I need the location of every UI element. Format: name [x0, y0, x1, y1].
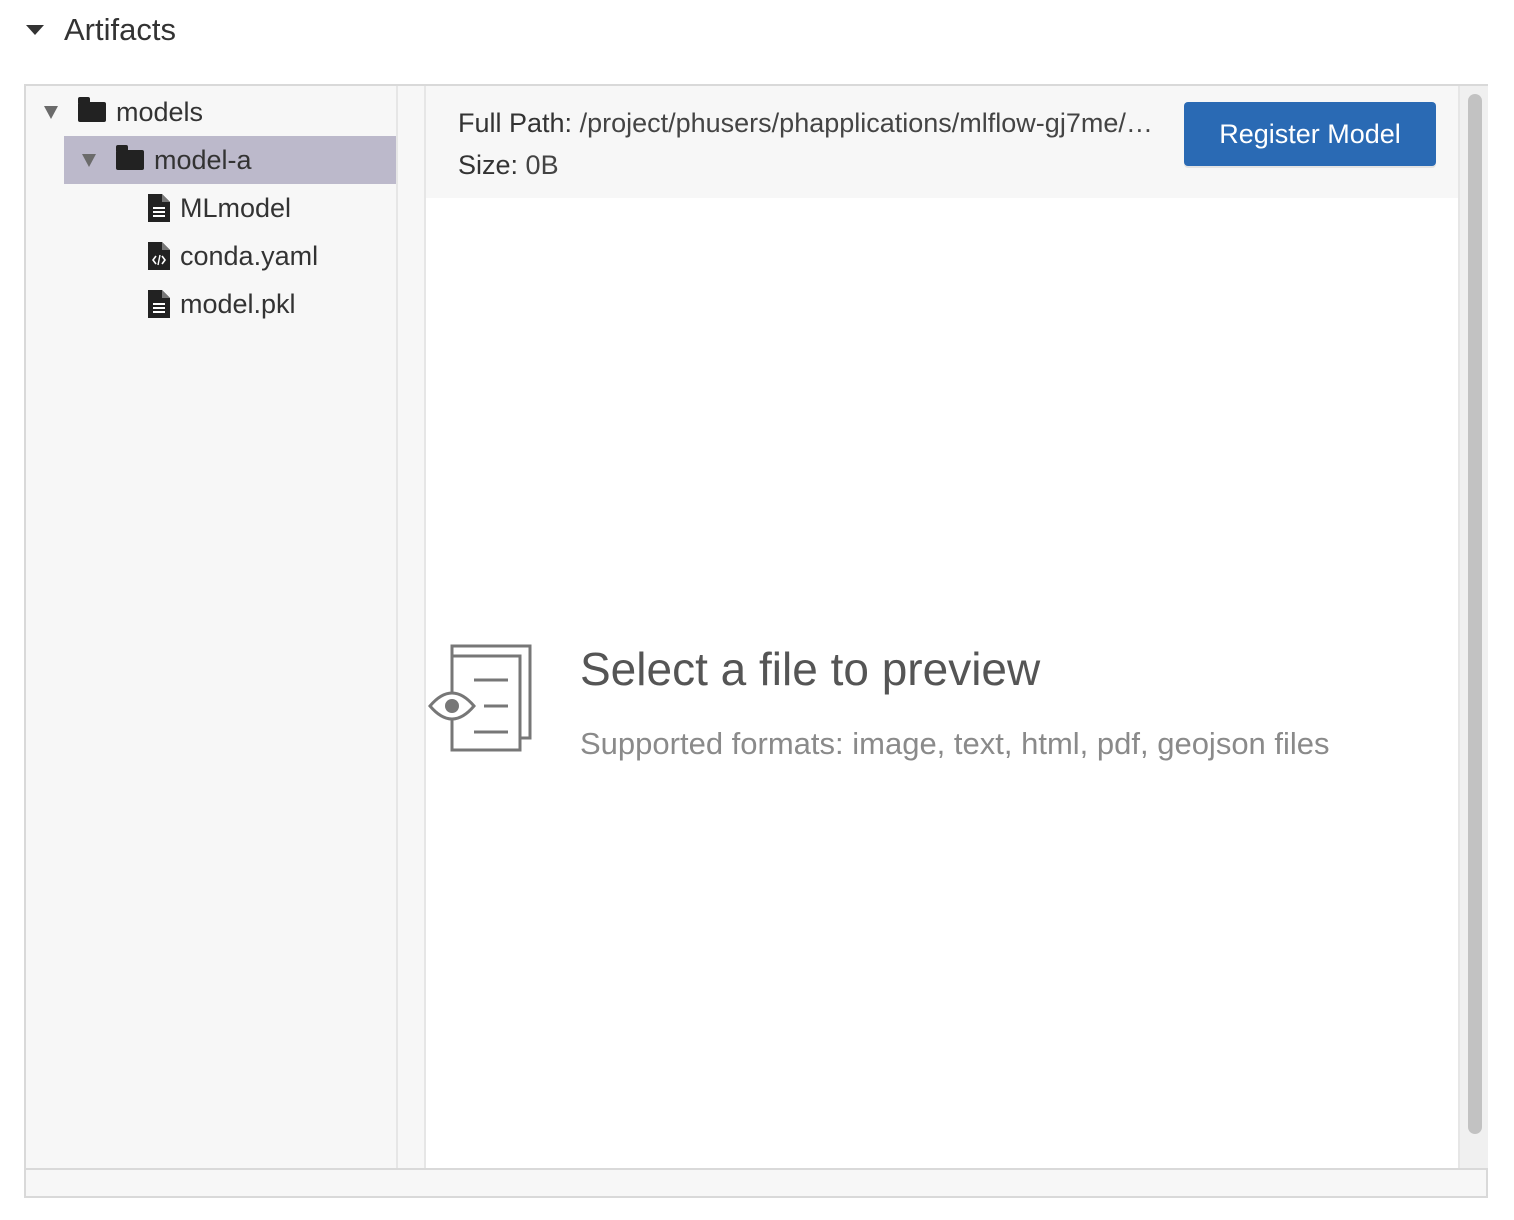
tree-item-model-pkl[interactable]: model.pkl — [148, 280, 396, 328]
file-size: Size: 0B — [458, 150, 559, 181]
tree-item-models[interactable]: models — [26, 88, 396, 136]
tree-item-conda-yaml[interactable]: conda.yaml — [148, 232, 396, 280]
full-path-label: Full Path: — [458, 108, 573, 138]
tree-item-mlmodel[interactable]: MLmodel — [148, 184, 396, 232]
tree-item-model-a[interactable]: model-a — [64, 136, 396, 184]
full-path: Full Path: /project/phusers/phapplicatio… — [458, 108, 1178, 139]
expand-triangle-icon[interactable] — [82, 153, 96, 167]
empty-preview: Select a file to preview Supported forma… — [426, 642, 1460, 772]
artifacts-section-toggle[interactable]: Artifacts — [26, 8, 176, 52]
tree-item-label: model-a — [154, 144, 252, 175]
tree-divider[interactable] — [398, 86, 426, 1168]
file-text-icon — [148, 290, 170, 318]
horizontal-scrollbar[interactable] — [26, 1168, 1486, 1196]
size-label: Size: — [458, 150, 519, 180]
empty-title: Select a file to preview — [580, 643, 1041, 695]
artifact-browser: models model-a MLmodel conda.yaml model.… — [24, 84, 1488, 1198]
file-code-icon — [148, 242, 170, 270]
file-text-icon — [148, 194, 170, 222]
expand-triangle-icon[interactable] — [44, 105, 58, 119]
vertical-scrollbar[interactable] — [1460, 86, 1488, 1168]
preview-pane: Full Path: /project/phusers/phapplicatio… — [426, 86, 1460, 1168]
scrollbar-thumb[interactable] — [1468, 94, 1482, 1134]
file-preview-icon — [428, 644, 538, 761]
artifact-tree: models model-a MLmodel conda.yaml model.… — [26, 86, 398, 1168]
register-model-button[interactable]: Register Model — [1184, 102, 1436, 166]
artifact-metadata: Full Path: /project/phusers/phapplicatio… — [426, 86, 1458, 198]
section-title: Artifacts — [64, 12, 176, 47]
caret-down-icon — [26, 25, 44, 35]
empty-subtitle: Supported formats: image, text, html, pd… — [580, 726, 1330, 761]
tree-item-label: MLmodel — [180, 192, 292, 223]
tree-item-label: conda.yaml — [180, 240, 319, 271]
tree-item-label: model.pkl — [180, 288, 296, 319]
folder-icon — [116, 145, 144, 170]
full-path-value: /project/phusers/phapplications/mlflow-g… — [579, 108, 1153, 138]
folder-icon — [78, 97, 106, 122]
size-value: 0B — [525, 150, 559, 180]
tree-item-label: models — [116, 96, 204, 127]
